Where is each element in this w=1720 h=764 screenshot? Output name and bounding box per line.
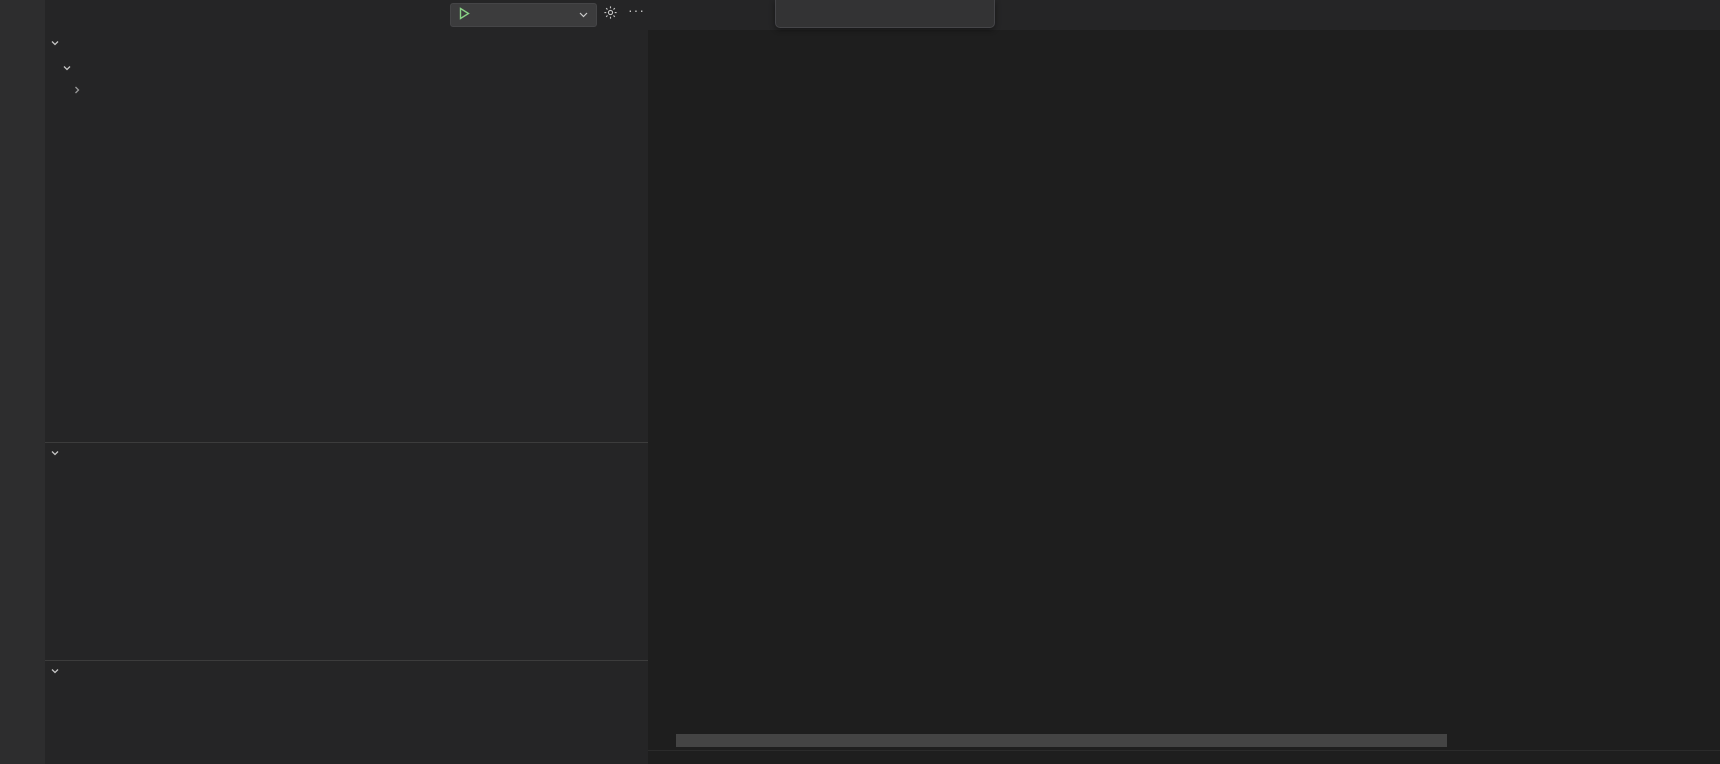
- section-divider: [45, 442, 648, 443]
- watch-expression[interactable]: [45, 466, 648, 488]
- gear-icon[interactable]: [603, 5, 618, 23]
- run-play-icon: [459, 7, 470, 23]
- watch-section-header[interactable]: [45, 444, 648, 464]
- chevron-down-icon: [50, 448, 60, 461]
- breadcrumb: [648, 30, 1720, 50]
- variables-section-header[interactable]: [45, 34, 648, 54]
- chevron-down-icon: [62, 63, 72, 76]
- editor-group: [648, 0, 1720, 764]
- debug-toolbar: [775, 0, 995, 28]
- chevron-down-icon: [50, 38, 60, 51]
- code-editor[interactable]: [648, 50, 1720, 750]
- run-and-debug-panel: ···: [45, 0, 648, 764]
- horizontal-scrollbar[interactable]: [676, 734, 1447, 747]
- call-stack-section-header[interactable]: [45, 662, 648, 682]
- more-actions-icon[interactable]: ···: [628, 2, 645, 18]
- variable-this[interactable]: [45, 80, 648, 102]
- section-divider: [45, 660, 648, 661]
- chevron-down-icon: [579, 9, 588, 21]
- bottom-panel-tabs: [648, 750, 1720, 764]
- launch-config-dropdown[interactable]: [450, 3, 597, 27]
- activity-bar: [0, 0, 45, 764]
- chevron-down-icon: [50, 666, 60, 679]
- chevron-right-icon: [72, 85, 82, 98]
- variables-scope-local[interactable]: [45, 58, 648, 80]
- vscode-window: ···: [0, 0, 1720, 764]
